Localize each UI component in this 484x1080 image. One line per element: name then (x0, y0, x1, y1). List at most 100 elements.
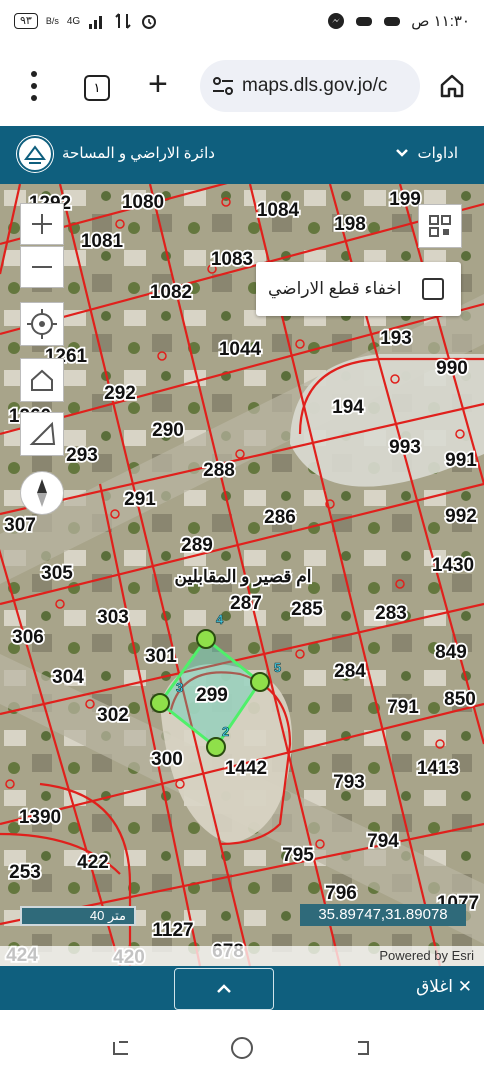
home-icon[interactable] (438, 72, 466, 100)
chevron-down-icon (396, 149, 409, 157)
parcel-number-label: 305 (41, 563, 73, 584)
battery-indicator: ٩٣ (14, 13, 38, 29)
game-icon-2 (384, 17, 401, 26)
parcel-number-label: 292 (104, 383, 136, 404)
parcel-number-label: 253 (9, 862, 41, 883)
parcel-number-label: 1044 (219, 339, 262, 360)
parcel-number-label: 283 (375, 603, 407, 624)
signal-icon (89, 16, 103, 29)
parcel-number-label: 795 (282, 845, 314, 866)
parcel-number-label: 991 (445, 450, 477, 471)
parcel-number-label: 1430 (432, 555, 474, 576)
status-bar: ٩٣ B/s 4G ١١:٣٠ ص (0, 0, 484, 48)
system-nav-bar (0, 1010, 484, 1080)
area-name-label: ام قصير و المقابلين (175, 567, 312, 587)
measure-button[interactable] (20, 412, 64, 456)
zoom-in-button[interactable] (20, 203, 64, 245)
parcel-number-label: 791 (387, 697, 419, 718)
parcel-number-label: 1413 (417, 758, 459, 779)
parcel-number-label: 284 (334, 661, 366, 682)
locate-icon (27, 309, 57, 339)
home-extent-button[interactable] (20, 358, 64, 402)
tabs-button[interactable]: ١ (84, 75, 110, 101)
parcel-number-label: 850 (444, 689, 476, 710)
qr-code-icon (429, 215, 451, 237)
measure-icon (29, 421, 56, 445)
bottom-panel-bar: اغلاق ✕ (0, 966, 484, 1010)
parcel-number-label: 194 (332, 397, 364, 418)
data-speed: B/s (45, 16, 59, 26)
parcel-number-label: 293 (66, 445, 98, 466)
vertex-label: 2 (222, 724, 229, 739)
zoom-out-button[interactable] (20, 246, 64, 288)
parcel-number-label: 793 (333, 772, 365, 793)
parcel-number-label: 286 (264, 507, 296, 528)
app-header: دائرة الاراضي و المساحة اداوات (0, 126, 484, 184)
clock: ١١:٣٠ ص (411, 13, 470, 30)
parcel-number-label: 849 (435, 642, 467, 663)
hide-parcels-checkbox[interactable] (422, 278, 444, 300)
compass-button[interactable] (20, 471, 64, 515)
parcel-number-label: 307 (4, 515, 36, 536)
vertex-label: 4 (216, 612, 224, 627)
parcel-number-label: 1081 (81, 231, 124, 252)
parcel-number-label: 193 (380, 328, 412, 349)
plus-icon (32, 214, 52, 234)
parcel-number-label: 303 (97, 607, 129, 628)
alarm-icon (142, 15, 157, 29)
parcel-number-label: 285 (291, 599, 323, 620)
expand-panel-button[interactable] (174, 968, 274, 1010)
parcel-number-label: 300 (151, 749, 183, 770)
url-text[interactable]: maps.dls.gov.jo/c (242, 75, 387, 97)
map-view[interactable]: 4532 12921080108419819910811083108210441… (0, 184, 484, 966)
close-icon: ✕ (457, 977, 472, 996)
vertex-label: 5 (274, 660, 281, 675)
compass-icon (37, 479, 47, 507)
back-icon[interactable] (350, 1036, 372, 1058)
parcel-number-label: 1083 (211, 249, 253, 270)
scale-bar: 40 متر (20, 906, 136, 926)
new-tab-icon[interactable]: + (148, 64, 168, 104)
messenger-icon (328, 13, 345, 29)
close-label: اغلاق (416, 977, 454, 996)
tools-menu[interactable]: اداوات (395, 144, 458, 162)
parcel-number-label: 304 (52, 667, 84, 688)
tools-label: اداوات (417, 145, 458, 162)
qr-code-button[interactable] (418, 204, 462, 248)
parcel-number-label: 1442 (225, 758, 267, 779)
parcel-number-label: 1127 (152, 920, 193, 941)
chevron-up-icon (217, 984, 231, 993)
close-button[interactable]: اغلاق ✕ (416, 977, 472, 997)
recents-icon[interactable] (110, 1036, 132, 1058)
status-right: ١١:٣٠ ص (327, 12, 470, 30)
parcel-number-label: 1082 (150, 282, 192, 303)
parcel-number-label: 198 (334, 214, 366, 235)
url-bar[interactable]: maps.dls.gov.jo/c (200, 60, 420, 112)
site-settings-icon[interactable] (212, 76, 234, 96)
data-arrows-icon (115, 13, 131, 29)
parcel-number-label: 993 (389, 437, 421, 458)
parcel-number-label: 289 (181, 535, 213, 556)
status-left: ٩٣ B/s 4G (14, 12, 158, 30)
parcel-number-label: 990 (436, 358, 468, 379)
parcel-number-label: 1080 (122, 192, 164, 213)
hide-parcels-toggle[interactable]: اخفاء قطع الاراضي (256, 262, 461, 316)
parcel-number-label: 992 (445, 506, 477, 527)
parcel-number-label: 287 (230, 593, 262, 614)
house-icon (31, 369, 53, 391)
parcel-number-label: 1390 (19, 807, 61, 828)
minus-icon (32, 266, 52, 268)
network-type: 4G (66, 15, 81, 27)
selected-parcel-number: 299 (196, 685, 228, 706)
menu-dots-icon[interactable] (24, 68, 44, 104)
parcel-number-label: 306 (12, 627, 44, 648)
attribution-bar: Powered by Esri (0, 946, 484, 966)
home-circle-icon[interactable] (230, 1036, 254, 1060)
vertex-label: 3 (176, 680, 183, 695)
coordinates-readout: 35.89747,31.89078 (300, 904, 466, 926)
parcel-number-label: 288 (203, 460, 235, 481)
browser-toolbar: ١ + maps.dls.gov.jo/c (0, 48, 484, 126)
locate-button[interactable] (20, 302, 64, 346)
app-title: دائرة الاراضي و المساحة (62, 145, 215, 162)
parcel-number-label: 422 (77, 852, 109, 873)
